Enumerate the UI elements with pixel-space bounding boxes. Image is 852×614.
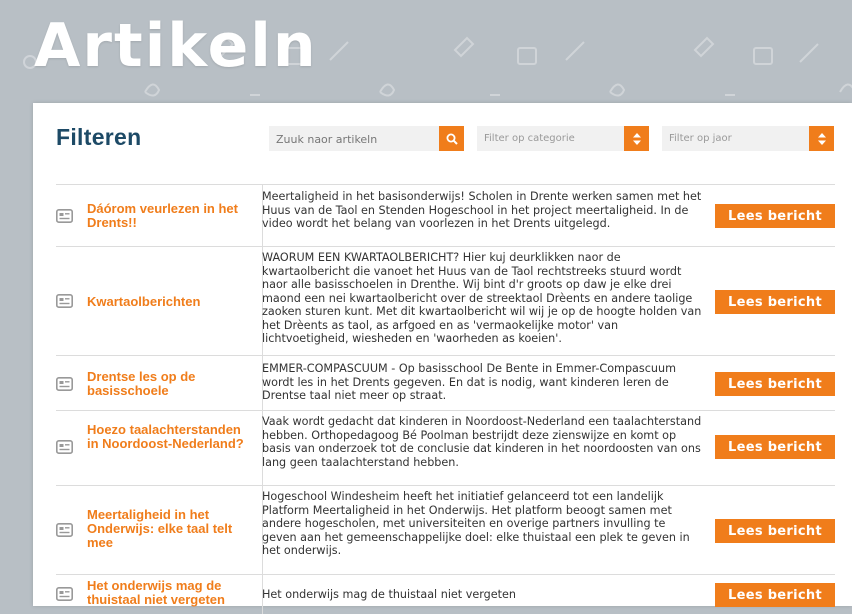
search-input[interactable]: Zuuk naor artikeln xyxy=(276,133,377,146)
article-row: Drentse les op de basisschoele EMMER-COM… xyxy=(56,355,835,410)
article-icon xyxy=(56,440,73,454)
read-article-button[interactable]: Lees bericht xyxy=(715,583,835,607)
search-icon xyxy=(446,133,458,145)
article-description: Vaak wordt gedacht dat kinderen in Noord… xyxy=(262,415,702,469)
article-icon xyxy=(56,523,73,537)
article-icon xyxy=(56,209,73,223)
article-description: EMMER-COMPASCUUM - Op basisschool De Ben… xyxy=(262,362,676,402)
read-article-button[interactable]: Lees bericht xyxy=(715,519,835,543)
year-select[interactable]: Filter op jaor xyxy=(662,126,834,151)
article-row: Kwartaolberichten WAORUM EEN KWARTAOLBER… xyxy=(56,246,835,355)
category-select[interactable]: Filter op categorie xyxy=(477,126,649,151)
article-title[interactable]: Het onderwijs mag de thuistaal niet verg… xyxy=(87,579,255,607)
read-article-button[interactable]: Lees bericht xyxy=(715,435,835,459)
sort-arrows-icon xyxy=(632,132,641,145)
article-description: Meertaligheid in het basisonderwijs! Sch… xyxy=(262,190,702,230)
article-icon xyxy=(56,294,73,308)
article-row: Dáórom veurlezen in het Drents!! Meertal… xyxy=(56,184,835,246)
read-article-button[interactable]: Lees bericht xyxy=(715,204,835,228)
page-title: Artikeln xyxy=(34,11,318,81)
article-row: Hoezo taalachterstanden in Noordoost-Ned… xyxy=(56,410,835,485)
filter-heading: Filteren xyxy=(56,124,142,150)
articles-card: Filteren Zuuk naor artikeln Filter op ca… xyxy=(33,103,852,614)
category-dropdown-toggle[interactable] xyxy=(624,126,649,151)
category-select-label: Filter op categorie xyxy=(484,133,575,144)
article-description: Het onderwijs mag de thuistaal niet verg… xyxy=(262,588,517,601)
sort-arrows-icon xyxy=(817,132,826,145)
article-title[interactable]: Meertaligheid in het Onderwijs: elke taa… xyxy=(87,508,255,550)
article-title[interactable]: Hoezo taalachterstanden in Noordoost-Ned… xyxy=(87,423,255,451)
article-row: Het onderwijs mag de thuistaal niet verg… xyxy=(56,574,835,614)
read-article-button[interactable]: Lees bericht xyxy=(715,372,835,396)
read-article-button[interactable]: Lees bericht xyxy=(715,290,835,314)
article-title[interactable]: Kwartaolberichten xyxy=(87,295,255,309)
search-button[interactable] xyxy=(439,126,464,151)
search-field[interactable]: Zuuk naor artikeln xyxy=(269,126,464,151)
article-description: WAORUM EEN KWARTAOLBERICHT? Hier kuj deu… xyxy=(262,251,702,345)
article-list: Dáórom veurlezen in het Drents!! Meertal… xyxy=(56,184,835,614)
year-select-label: Filter op jaor xyxy=(669,133,732,144)
article-row: Meertaligheid in het Onderwijs: elke taa… xyxy=(56,485,835,574)
year-dropdown-toggle[interactable] xyxy=(809,126,834,151)
article-icon xyxy=(56,377,73,391)
article-title[interactable]: Drentse les op de basisschoele xyxy=(87,370,255,398)
article-icon xyxy=(56,587,73,601)
page-banner: Artikeln xyxy=(0,0,852,110)
article-title[interactable]: Dáórom veurlezen in het Drents!! xyxy=(87,202,255,230)
article-description: Hogeschool Windesheim heeft het initiati… xyxy=(262,490,690,557)
